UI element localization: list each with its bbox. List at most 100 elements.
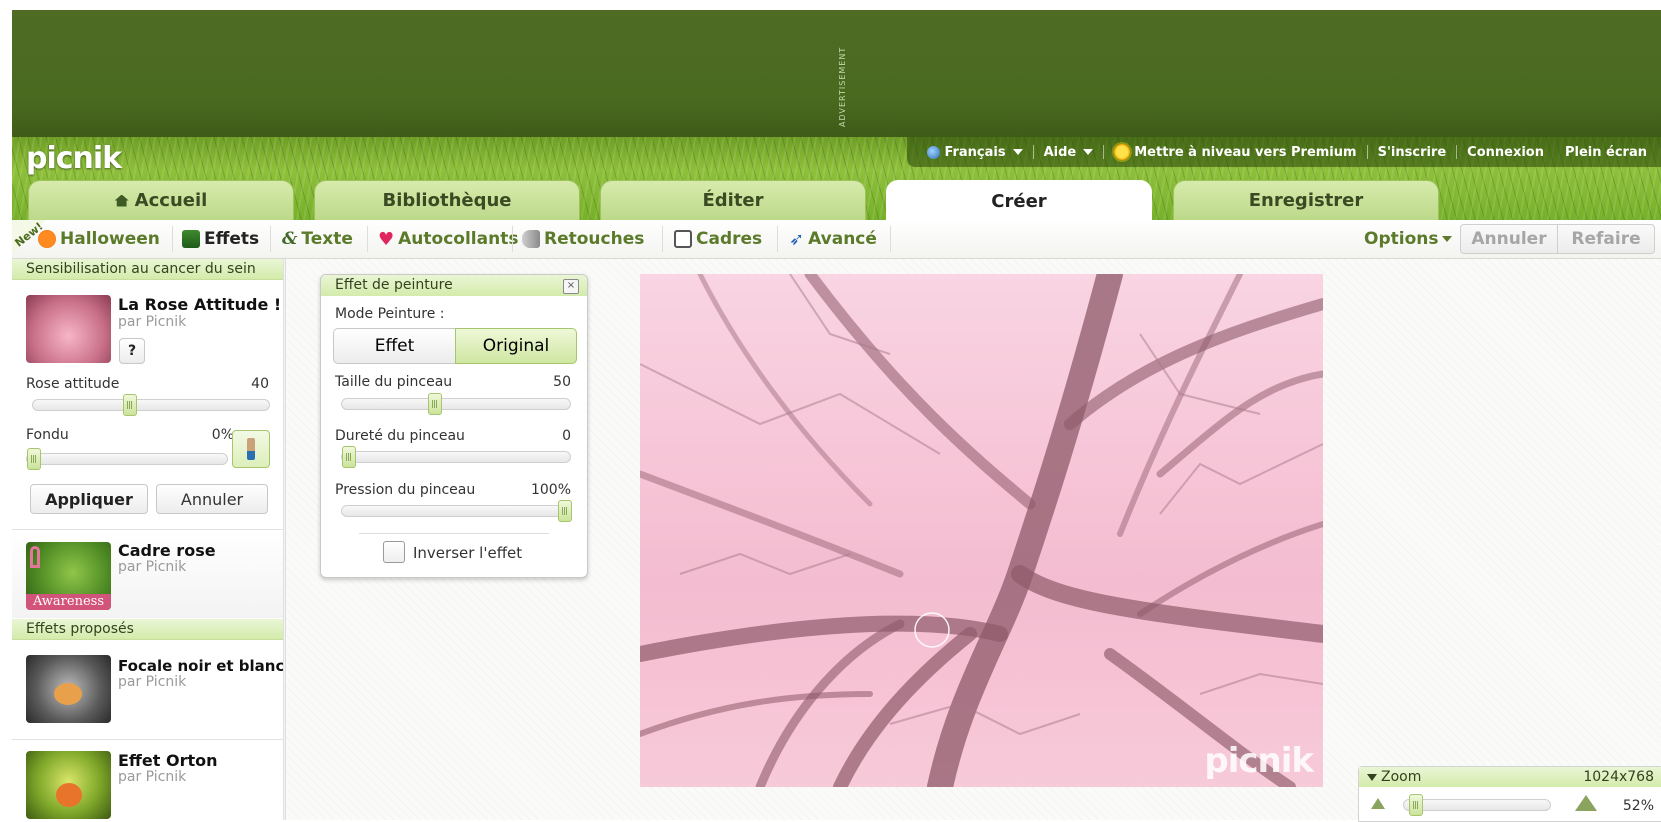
section-header-suggested: Effets proposés	[12, 619, 285, 640]
fade-label: Fondu	[26, 427, 69, 443]
rose-attitude-thumbnail[interactable]	[26, 295, 111, 363]
undo-button[interactable]: Annuler	[1460, 224, 1558, 254]
zoom-slider[interactable]	[1403, 794, 1551, 816]
brush-size-value: 50	[553, 374, 571, 390]
language-label: Français	[944, 144, 1006, 160]
apply-button[interactable]: Appliquer	[30, 484, 148, 514]
options-menu[interactable]: Options	[1364, 220, 1453, 258]
zoom-percent: 52%	[1622, 798, 1654, 814]
toolbar-halloween[interactable]: Halloween	[38, 220, 160, 258]
options-label: Options	[1364, 229, 1439, 249]
tab-create-label: Créer	[991, 191, 1047, 212]
help-button[interactable]: ?	[119, 338, 145, 364]
toolbar-text[interactable]: & Texte	[282, 220, 353, 258]
toolbar-advanced[interactable]: ➶ Avancé	[789, 220, 877, 258]
effect-title: Effet Orton	[118, 751, 218, 770]
zoom-out-icon[interactable]	[1371, 798, 1385, 809]
toolbar-effects[interactable]: Effets	[182, 220, 259, 258]
mode-original-button[interactable]: Original	[455, 328, 577, 364]
fullscreen-link[interactable]: Plein écran	[1555, 145, 1661, 160]
advertisement-banner[interactable]: ADVERTISEMENT	[12, 10, 1661, 137]
tab-save[interactable]: Enregistrer	[1173, 180, 1439, 220]
invert-effect-label: Inverser l'effet	[413, 544, 523, 562]
photo-canvas[interactable]: picnik	[640, 274, 1323, 787]
rose-attitude-slider[interactable]	[32, 394, 270, 416]
tab-edit[interactable]: Éditer	[600, 180, 866, 220]
chevron-down-icon	[1012, 149, 1023, 155]
language-selector[interactable]: Français	[917, 145, 1032, 160]
toolbar-frames[interactable]: Cadres	[674, 220, 762, 258]
fade-slider[interactable]	[26, 448, 228, 470]
effect-title: Focale noir et blanc	[118, 657, 285, 675]
signup-link[interactable]: S'inscrire	[1368, 145, 1457, 160]
toolbar-text-label: Texte	[301, 229, 353, 249]
redo-button[interactable]: Refaire	[1557, 224, 1655, 254]
focal-bw-thumbnail[interactable]	[26, 655, 111, 723]
tab-home[interactable]: Accueil	[28, 180, 294, 220]
toolbar-advanced-label: Avancé	[808, 229, 877, 249]
brush-pressure-slider[interactable]	[341, 500, 572, 522]
premium-label: Mettre à niveau vers Premium	[1134, 144, 1357, 160]
toolbar-stickers-label: Autocollants	[398, 229, 519, 249]
lipstick-icon	[522, 230, 540, 248]
advertisement-label: ADVERTISEMENT	[838, 46, 847, 128]
brush-size-slider[interactable]	[341, 393, 571, 415]
pink-frame-thumbnail[interactable]: Awareness	[26, 542, 111, 610]
slider-knob[interactable]	[342, 446, 356, 468]
tab-create[interactable]: Créer	[886, 180, 1152, 222]
mode-effect-button[interactable]: Effet	[333, 328, 456, 364]
effects-scrollbar[interactable]	[283, 259, 285, 820]
slider-knob[interactable]	[558, 500, 572, 522]
frog-highlight	[54, 683, 82, 705]
globe-icon	[927, 145, 941, 159]
help-label: Aide	[1043, 144, 1077, 160]
slider-knob[interactable]	[27, 448, 41, 470]
tab-library[interactable]: Bibliothèque	[314, 180, 580, 220]
orton-effect-thumbnail[interactable]	[26, 751, 111, 819]
section-header-breast-cancer: Sensibilisation au cancer du sein	[12, 259, 285, 280]
fade-value: 0%	[211, 427, 234, 443]
collapse-icon	[1367, 774, 1377, 781]
effect-author: par Picnik	[118, 674, 187, 690]
effect-author: par Picnik	[118, 769, 187, 785]
login-link[interactable]: Connexion	[1457, 145, 1554, 160]
effects-icon	[182, 230, 200, 248]
effect-title: Cadre rose	[118, 541, 216, 560]
frame-icon	[674, 230, 692, 248]
brush-icon	[247, 438, 255, 460]
brush-hardness-slider[interactable]	[341, 446, 571, 468]
invert-effect-checkbox[interactable]	[383, 541, 405, 563]
chevron-down-icon	[1083, 149, 1094, 155]
toolbar-effects-label: Effets	[204, 229, 260, 249]
close-icon[interactable]: ×	[563, 279, 579, 294]
premium-upgrade-link[interactable]: Mettre à niveau vers Premium	[1104, 144, 1366, 160]
brush-hardness-value: 0	[562, 428, 571, 444]
slider-value: 40	[251, 376, 269, 392]
effect-title: La Rose Attitude !	[118, 295, 282, 314]
paint-brush-button[interactable]	[232, 430, 270, 468]
zoom-header[interactable]: Zoom 1024x768	[1359, 767, 1661, 787]
image-dimensions: 1024x768	[1583, 769, 1654, 785]
cancel-button[interactable]: Annuler	[156, 484, 268, 514]
picnik-logo[interactable]: picnik	[26, 141, 122, 176]
thumbnail-caption: Awareness	[26, 594, 111, 610]
effects-panel: Sensibilisation au cancer du sein La Ros…	[12, 259, 286, 820]
tab-home-label: Accueil	[134, 190, 208, 211]
tab-edit-label: Éditer	[702, 190, 764, 211]
paint-mode-label: Mode Peinture :	[335, 306, 445, 322]
slider-knob[interactable]	[428, 393, 442, 415]
top-links-bar: Français Aide Mettre à niveau vers Premi…	[907, 137, 1661, 167]
toolbar-stickers[interactable]: ♥ Autocollants	[378, 220, 518, 258]
zoom-panel: Zoom 1024x768 52%	[1358, 766, 1661, 822]
brush-hardness-label: Dureté du pinceau	[335, 428, 465, 444]
tab-save-label: Enregistrer	[1248, 190, 1364, 211]
help-menu[interactable]: Aide	[1034, 145, 1104, 160]
pumpkin-icon	[38, 230, 56, 248]
sun-icon	[1114, 144, 1131, 160]
slider-knob[interactable]	[1409, 794, 1423, 816]
toolbar-touchup-label: Retouches	[544, 229, 645, 249]
toolbar-touchup[interactable]: Retouches	[522, 220, 644, 258]
zoom-in-icon[interactable]	[1575, 795, 1597, 811]
slider-knob[interactable]	[123, 394, 137, 416]
toolbar-frames-label: Cadres	[696, 229, 763, 249]
